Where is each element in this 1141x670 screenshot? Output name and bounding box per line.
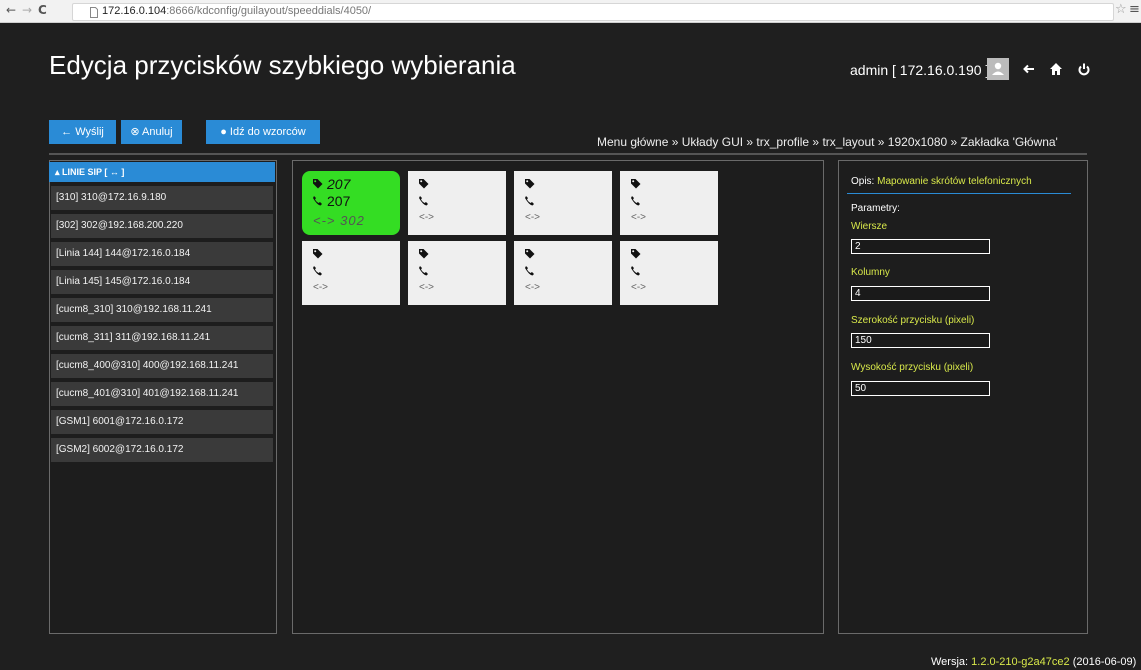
button-height-field[interactable]: 50 [851,381,990,396]
line-icon: <-> [631,282,647,293]
browser-toolbar: ← → C 172.16.0.104:8666/kdconfig/guilayo… [0,0,1141,23]
user-info: admin [ 172.16.0.190 ] [850,62,990,78]
url-path: :8666/kdconfig/guilayout/speeddials/4050… [166,5,372,17]
line-icon: <-> [631,212,647,223]
columns-field[interactable]: 4 [851,286,990,301]
url-text: 172.16.0.104:8666/kdconfig/guilayout/spe… [102,5,371,17]
line-icon: <-> [313,282,329,293]
speeddial-button[interactable]: <-> [408,171,506,235]
list-item[interactable]: [cucm8_401@310] 401@192.168.11.241 [51,382,273,406]
star-icon[interactable]: ☆ [1115,2,1127,17]
tag-icon [313,179,323,189]
description: Opis: Mapowanie skrótów telefonicznych [851,176,1032,187]
columns-label: Kolumny [851,267,890,278]
phone-icon [419,266,428,276]
speeddial-label: 207 [327,176,351,192]
version-date: (2016-06-09) [1072,656,1137,668]
button-width-field[interactable]: 150 [851,333,990,348]
rows-label: Wiersze [851,221,888,232]
button-width-label: Szerokość przycisku (pixeli) [851,315,975,326]
tag-icon [419,179,429,189]
phone-icon [419,196,428,206]
line-icon: <-> [419,282,435,293]
line-icon: <-> [313,213,336,228]
list-item[interactable]: [GSM2] 6002@172.16.0.172 [51,438,273,462]
sip-lines-header[interactable]: ▴ LINIE SIP [ ↔ ] [49,162,275,182]
url-host: 172.16.0.104 [102,5,167,17]
list-item[interactable]: [cucm8_311] 311@192.168.11.241 [51,326,273,350]
speeddial-button[interactable]: <-> [514,241,612,305]
tag-icon [631,179,641,189]
tag-icon [525,179,535,189]
version-info: Wersja: 1.2.0-210-g2a47ce2 (2016-06-09) [931,656,1136,668]
user-icon[interactable] [987,58,1009,80]
tag-icon [631,249,641,259]
rows-field[interactable]: 2 [851,239,990,254]
list-item[interactable]: [cucm8_310] 310@192.168.11.241 [51,298,273,322]
page-icon [90,5,98,23]
list-item[interactable]: [Linia 145] 145@172.16.0.184 [51,270,273,294]
phone-icon [313,266,322,276]
cancel-button[interactable]: ⊗ Anuluj [121,120,182,144]
home-icon[interactable] [1049,62,1063,76]
header-divider [49,153,1087,155]
page-title: Edycja przycisków szybkiego wybierania [49,50,516,80]
power-icon[interactable] [1077,62,1091,76]
templates-button[interactable]: ● Idź do wzorców [206,120,320,144]
speeddial-button[interactable]: 207 207 <-> 302 [302,171,400,235]
list-item[interactable]: [GSM1] 6001@172.16.0.172 [51,410,273,434]
list-item[interactable]: [Linia 144] 144@172.16.0.184 [51,242,273,266]
speeddial-button[interactable]: <-> [514,171,612,235]
tag-icon [313,249,323,259]
description-value: Mapowanie skrótów telefonicznych [877,176,1032,187]
line-icon: <-> [525,282,541,293]
list-item[interactable]: [cucm8_400@310] 400@192.168.11.241 [51,354,273,378]
phone-icon [313,196,322,206]
speeddial-line: 302 [340,213,365,228]
phone-icon [631,196,640,206]
description-underline [847,193,1071,194]
list-item[interactable]: [310] 310@172.16.9.180 [51,186,273,210]
menu-icon[interactable]: ≡ [1129,2,1140,17]
tag-icon [419,249,429,259]
button-height-label: Wysokość przycisku (pixeli) [851,362,974,373]
phone-icon [631,266,640,276]
speeddial-button[interactable]: <-> [620,241,718,305]
phone-icon [525,196,534,206]
list-item[interactable]: [302] 302@192.168.200.220 [51,214,273,238]
line-icon: <-> [525,212,541,223]
description-label: Opis: [851,176,875,187]
reload-icon[interactable]: C [38,3,47,17]
speeddial-button[interactable]: <-> [302,241,400,305]
arrow-left-icon[interactable]: ← [6,3,16,17]
send-button[interactable]: ← Wyślij [49,120,116,144]
version-number: 1.2.0-210-g2a47ce2 [971,656,1070,668]
phone-icon [525,266,534,276]
speeddial-button[interactable]: <-> [408,241,506,305]
version-label: Wersja: [931,656,969,668]
back-icon[interactable] [1022,62,1036,76]
line-icon: <-> [419,212,435,223]
params-label: Parametry: [851,203,900,214]
speeddial-number: 207 [327,193,351,209]
tag-icon [525,249,535,259]
arrow-right-icon[interactable]: → [22,3,32,17]
speeddial-button[interactable]: <-> [620,171,718,235]
breadcrumb: Menu główne » Układy GUI » trx_profile »… [597,135,1058,149]
